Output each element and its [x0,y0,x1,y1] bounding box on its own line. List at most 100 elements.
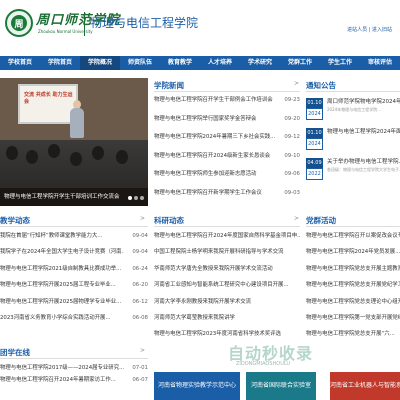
notice-item[interactable]: 01.10 2024 物理与电信工程学院2024年面... [306,126,400,154]
teaching-item[interactable]: 我院学子在2024年全国大学生电子设计竞赛（河南... 09-04 [0,247,148,258]
news-item[interactable]: 物理与电信工程学院召开新学期学生工作会议 09-03 [154,188,300,199]
teaching-item-text[interactable]: 物理与电信工程学院开展2025届工程专业毕业... [0,280,124,291]
notice-item-text[interactable]: 周口师范学院物电学院2024年... [327,98,400,106]
teaching-item-text[interactable]: 物理与电信工程学院2021级自制教具比赛成功举... [0,264,124,275]
notice-item-text[interactable]: 关于举办物理与电信工程学院... [327,158,400,166]
notice-item[interactable]: 04.09 2022 关于举办物理与电信工程学院... 各班级：物理与电信工程学院大学… [306,156,400,184]
slider-dot[interactable] [128,196,132,200]
news-title[interactable]: 学院新闻 [154,80,184,91]
link-banner[interactable]: 河南省物理实验教学示范中心 [154,372,240,400]
top-links[interactable]: 进站人员 | 进入旧站 [347,26,392,33]
party-item[interactable]: 物理与电信工程学院2024年党员发展... [306,247,400,258]
party-item[interactable]: 物理与电信工程学院党总支开展主题教育中心组学习... [306,264,400,275]
research-item[interactable]: 中国工程院院士杨学明来我院开展科研指导与学术交流 [154,247,300,258]
research-item-text[interactable]: 河南师范大学葛莹教授来我院讲学 [154,313,300,324]
party-item-text[interactable]: 物理与电信工程学院党总支开展“六... [306,329,400,340]
teaching-title[interactable]: 教学动态 [0,215,30,226]
teaching-item-text[interactable]: 我院在首届“行知杯”教师课堂教学能力大... [0,231,124,242]
party-item[interactable]: 物理与电信工程学院召开以案促改会议专题会 [306,231,400,242]
research-item-text[interactable]: 河南大学李永刚教授来我院开展学术交流 [154,297,300,308]
audience-head [48,144,60,158]
students-item[interactable]: 物理与电信工程学院2017级——2024届专业研究... 07-01 [0,363,148,374]
teaching-item-text[interactable]: 我院学子在2024年全国大学生电子设计竞赛（河南... [0,247,124,258]
research-item-text[interactable]: 河南省工业感知与智能系统工程研究中心建设项目开展... [154,280,300,291]
research-item[interactable]: 河南大学李永刚教授来我院开展学术交流 [154,297,300,308]
students-more-link[interactable]: > [140,347,145,354]
news-item-text[interactable]: 物理与电信工程学院召开2024级新生家长恳谈会 [154,151,276,162]
research-more-link[interactable]: > [294,215,299,222]
news-item-text[interactable]: 物理与电信工程学院召开新学期学生工作会议 [154,188,276,199]
news-item[interactable]: 物理与电信工程学院召开学生干部例会工作培训会 09-23 [154,95,300,106]
research-item[interactable]: 物理与电信工程学院2023年度河南省科学技术奖评选 [154,329,300,340]
notice-item-text[interactable]: 物理与电信工程学院2024年面... [327,128,400,136]
notice-item[interactable]: 01.10 2024 周口师范学院物电学院2024年... 2024年物理与电信工程学… [306,96,400,124]
party-item-text[interactable]: 物理与电信工程学院2024年党员发展... [306,247,400,258]
nav-item[interactable]: 学校首页 [0,56,40,70]
nav-item[interactable]: 师资队伍 [120,56,160,70]
teaching-item-date: 06-12 [132,298,148,305]
students-divider [0,358,148,359]
party-title[interactable]: 党群活动 [306,215,336,226]
slider-dot[interactable] [140,196,144,200]
slider-dot[interactable] [134,196,138,200]
nav-item[interactable]: 审核评估 [360,56,400,70]
nav-item[interactable]: 学术研究 [240,56,280,70]
teaching-item[interactable]: 物理与电信工程学院2021级自制教具比赛成功举... 06-24 [0,264,148,275]
notice-title[interactable]: 通知公告 [306,80,336,91]
nav-item[interactable]: 学院概况 [80,56,120,70]
students-item-date: 06-07 [132,377,148,383]
teaching-item[interactable]: 我院在首届“行知杯”教师课堂教学能力大... 09-04 [0,231,148,242]
party-item-text[interactable]: 物理与电信工程学院党总支开展党纪学习教育... [306,280,400,291]
students-item-text[interactable]: 物理与电信工程学院2017级——2024届专业研究... [0,363,124,374]
news-more-link[interactable]: > [294,80,299,87]
teaching-item[interactable]: 2023河南省义务教育小学综合实践活动开展... 06-08 [0,313,148,324]
nav-item[interactable]: 学院首页 [40,56,80,70]
students-item[interactable]: 物理与电信工程学院召开2024年暑期家访工作... 06-07 [0,375,148,386]
party-item[interactable]: 物理与电信工程学院第一党支部开展党纪... [306,313,400,324]
research-divider [154,226,300,227]
party-item[interactable]: 物理与电信工程学院党总支理论中心组开展“... [306,297,400,308]
party-item-text[interactable]: 物理与电信工程学院党总支开展主题教育中心组学习... [306,264,400,275]
news-item[interactable]: 物理与电信工程学院举行国家奖学金答辩会 09-20 [154,114,300,125]
main-nav: 学校首页 学院首页 学院概况 师资队伍 教育教学 人才培养 学术研究 党群工作 学生工作 审核评估 [0,56,400,70]
research-title[interactable]: 科研动态 [154,215,184,226]
link-banner[interactable]: 河南省工业机器人与智能系统... [330,372,400,400]
link-banner[interactable]: 河南省国际联合实验室 [246,372,316,400]
research-item[interactable]: 河南师范大学葛莹教授来我院讲学 [154,313,300,324]
party-item[interactable]: 物理与电信工程学院党总支开展“六... [306,329,400,340]
news-item-text[interactable]: 物理与电信工程学院召开学生干部例会工作培训会 [154,95,276,106]
party-item-text[interactable]: 物理与电信工程学院第一党支部开展党纪... [306,313,400,324]
research-item-text[interactable]: 物理与电信工程学院2023年度河南省科学技术奖评选 [154,329,300,340]
research-item-text[interactable]: 中国工程院院士杨学明来我院开展科研指导与学术交流 [154,247,300,258]
news-item[interactable]: 物理与电信工程学院2024年暑期三下乡社会实践... 09-12 [154,132,300,143]
school-logo[interactable]: 周 [5,9,33,37]
party-item[interactable]: 物理与电信工程学院党总支开展党纪学习教育... [306,280,400,291]
research-item-text[interactable]: 华南师范大学唐先全教授来我院开展学术交流活动 [154,264,300,275]
research-item[interactable]: 河南省工业感知与智能系统工程研究中心建设项目开展... [154,280,300,291]
hero-slider[interactable]: 交流 共成长 助力生运会 物理与电信工程学院开学生干部培训工作交流会 [0,78,148,206]
students-title[interactable]: 团学在线 [0,347,30,358]
teaching-more-link[interactable]: > [140,215,145,222]
teaching-divider [0,226,148,227]
nav-item[interactable]: 教育教学 [160,56,200,70]
news-item[interactable]: 物理与电信工程学院师生参加迎新志愿活动 09-06 [154,169,300,180]
nav-item[interactable]: 学生工作 [320,56,360,70]
news-item-text[interactable]: 物理与电信工程学院师生参加迎新志愿活动 [154,169,276,180]
news-item-text[interactable]: 物理与电信工程学院举行国家奖学金答辩会 [154,114,276,125]
hero-caption[interactable]: 物理与电信工程学院开学生干部培训工作交流会 [0,188,148,206]
research-item[interactable]: 华南师范大学唐先全教授来我院开展学术交流活动 [154,264,300,275]
news-item[interactable]: 物理与电信工程学院召开2024级新生家长恳谈会 09-10 [154,151,300,162]
news-item-text[interactable]: 物理与电信工程学院2024年暑期三下乡社会实践... [154,132,276,143]
teaching-item[interactable]: 物理与电信工程学院开展2025届工程专业毕业... 06-20 [0,280,148,291]
nav-item[interactable]: 党群工作 [280,56,320,70]
students-item-text[interactable]: 物理与电信工程学院召开2024年暑期家访工作... [0,375,124,386]
teaching-item-text[interactable]: 2023河南省义务教育小学综合实践活动开展... [0,313,124,324]
research-item-text[interactable]: 物理与电信工程学院召开2024年度国家自然科学基金项目申... [154,231,300,242]
news-item-date: 09-23 [284,97,300,103]
research-item[interactable]: 物理与电信工程学院召开2024年度国家自然科学基金项目申... [154,231,300,242]
teaching-item[interactable]: 物理与电信工程学院开展2025届物理学专业毕业... 06-12 [0,297,148,308]
nav-item[interactable]: 人才培养 [200,56,240,70]
party-item-text[interactable]: 物理与电信工程学院召开以案促改会议专题会 [306,231,400,242]
party-item-text[interactable]: 物理与电信工程学院党总支理论中心组开展“... [306,297,400,308]
teaching-item-text[interactable]: 物理与电信工程学院开展2025届物理学专业毕业... [0,297,124,308]
